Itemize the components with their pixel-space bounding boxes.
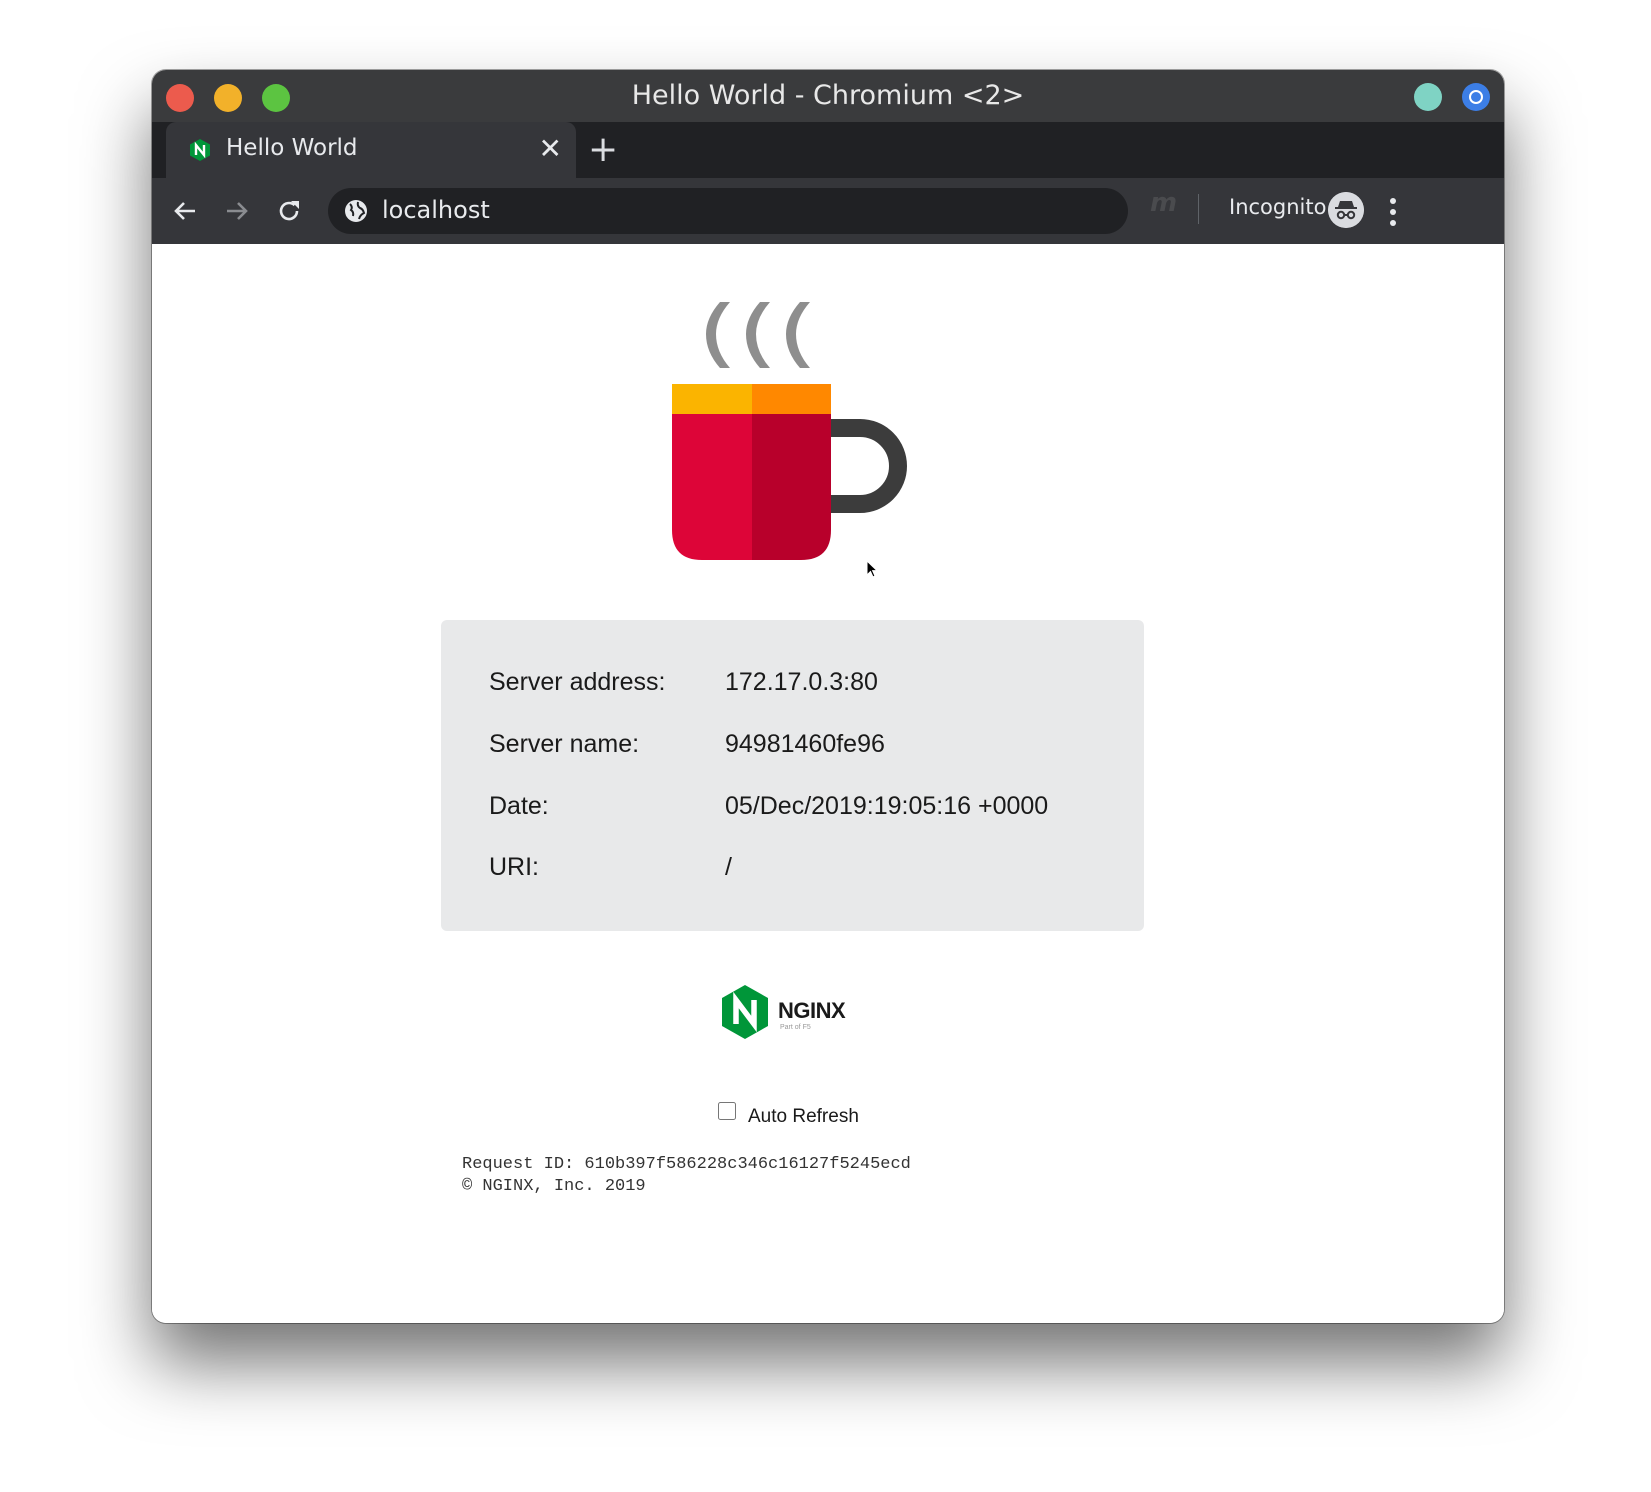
info-label: Server name: xyxy=(489,730,640,758)
nginx-wordmark: NGINX xyxy=(778,998,846,1023)
info-label: URI: xyxy=(489,853,539,881)
info-value: / xyxy=(725,853,732,881)
coffee-mug-illustration xyxy=(672,302,907,560)
incognito-label: Incognito xyxy=(1229,195,1327,219)
window-title: Hello World - Chromium <2> xyxy=(631,80,1025,111)
info-value: 172.17.0.3:80 xyxy=(725,668,878,696)
server-info-panel: Server address: 172.17.0.3:80 Server nam… xyxy=(441,620,1144,931)
steam xyxy=(706,302,810,368)
copyright: © NGINX, Inc. 2019 xyxy=(462,1177,646,1196)
info-value: 05/Dec/2019:19:05:16 +0000 xyxy=(725,792,1049,820)
auto-refresh-checkbox[interactable] xyxy=(718,1102,736,1120)
browser-window: Hello World - Chromium <2> Hello World ✕… xyxy=(152,70,1504,1323)
nginx-logo: NGINX Part of F5 xyxy=(720,984,860,1044)
info-label: Server address: xyxy=(489,668,666,696)
globe-icon xyxy=(345,200,367,222)
auto-refresh-label: Auto Refresh xyxy=(748,1106,859,1127)
forward-arrow-icon[interactable] xyxy=(220,194,254,228)
toolbar-divider xyxy=(1198,194,1199,224)
tab-title: Hello World xyxy=(226,135,358,161)
extension-icon[interactable]: m xyxy=(1150,188,1177,218)
request-id: Request ID: 610b397f586228c346c16127f524… xyxy=(462,1155,911,1174)
chromium-icon[interactable] xyxy=(1462,83,1490,111)
incognito-icon[interactable] xyxy=(1328,192,1364,228)
system-tray-icon[interactable] xyxy=(1414,83,1442,111)
title-bar: Hello World - Chromium <2> xyxy=(152,70,1504,122)
nginx-hexagon-icon xyxy=(722,985,768,1039)
page-footer: Request ID: 610b397f586228c346c16127f524… xyxy=(462,1154,911,1198)
page-content: Server address: 172.17.0.3:80 Server nam… xyxy=(152,244,1504,1323)
back-arrow-icon[interactable] xyxy=(168,194,202,228)
info-label: Date: xyxy=(489,792,549,820)
tab-hello-world[interactable]: Hello World ✕ xyxy=(166,122,576,178)
address-bar[interactable]: localhost xyxy=(328,188,1128,234)
tab-strip: Hello World ✕ + xyxy=(152,122,1504,178)
info-value: 94981460fe96 xyxy=(725,730,885,758)
reload-icon[interactable] xyxy=(272,194,306,228)
more-menu-icon[interactable] xyxy=(1388,196,1398,228)
new-tab-button[interactable]: + xyxy=(588,130,618,170)
nginx-favicon-icon xyxy=(190,139,210,161)
tab-close-icon[interactable]: ✕ xyxy=(539,132,562,166)
nginx-tagline: Part of F5 xyxy=(780,1024,811,1031)
browser-toolbar: localhost m Incognito xyxy=(152,178,1504,244)
url-text: localhost xyxy=(382,196,490,224)
mouse-cursor-icon xyxy=(866,560,879,578)
